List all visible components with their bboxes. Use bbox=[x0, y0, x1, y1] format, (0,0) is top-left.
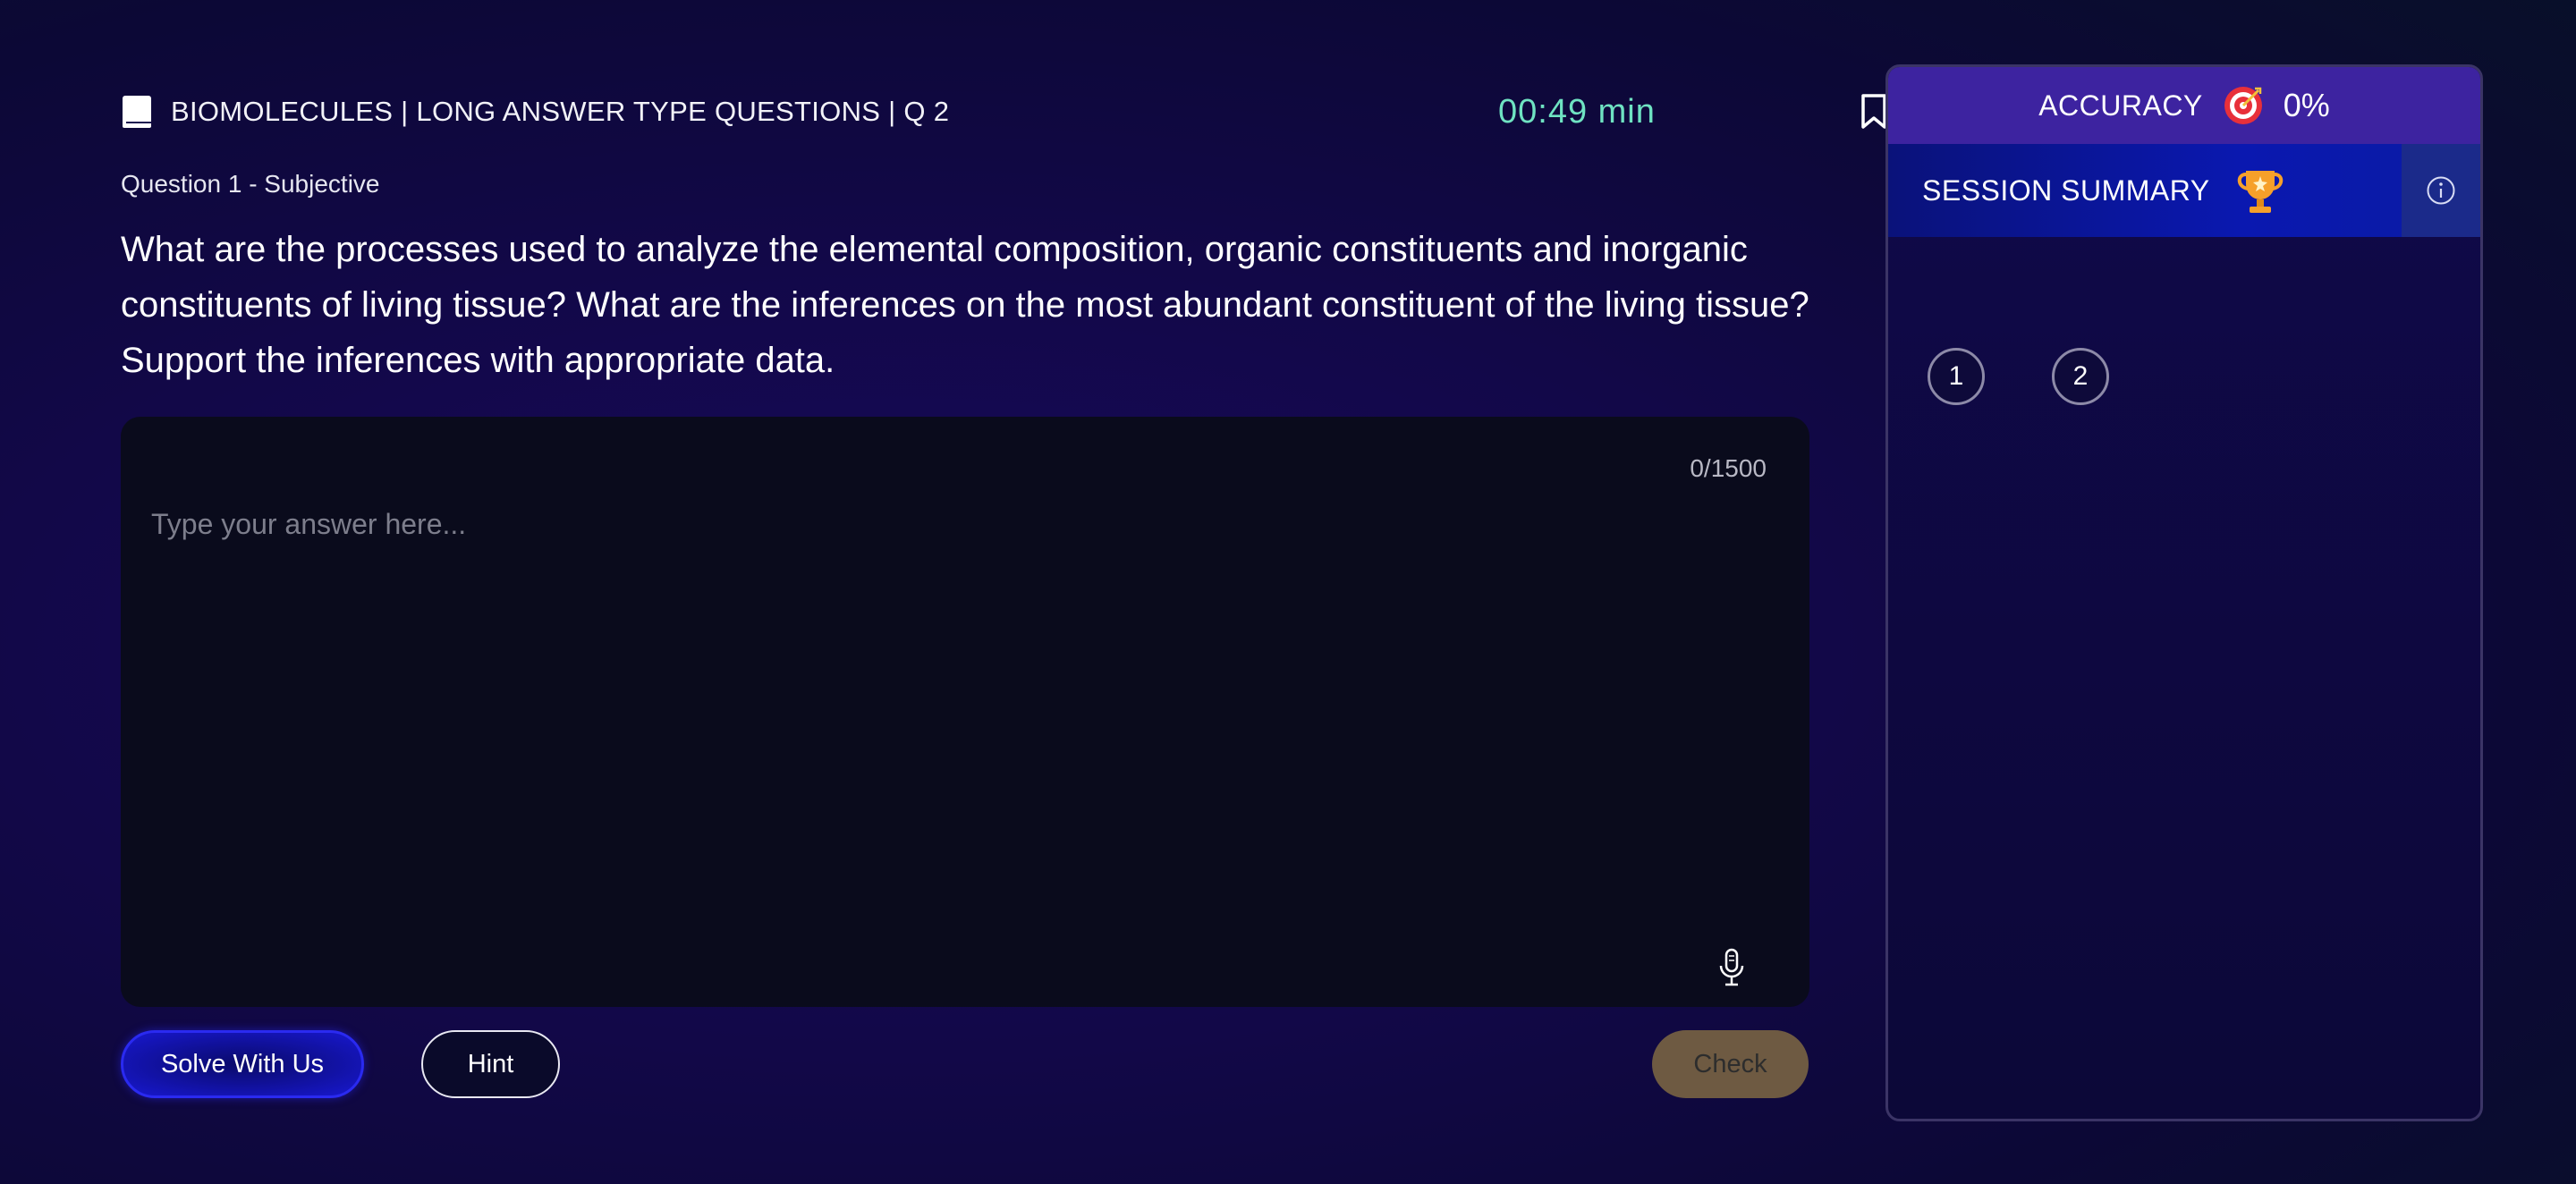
info-icon[interactable] bbox=[2402, 144, 2480, 237]
accuracy-bar: ACCURACY 0% bbox=[1888, 67, 2480, 144]
question-number-1[interactable]: 1 bbox=[1928, 348, 1985, 405]
target-icon bbox=[2223, 85, 2264, 126]
hint-button[interactable]: Hint bbox=[421, 1030, 560, 1098]
bookmark-icon[interactable] bbox=[1859, 93, 1889, 131]
session-summary-bar: SESSION SUMMARY bbox=[1888, 144, 2480, 237]
accuracy-label: ACCURACY bbox=[2038, 89, 2203, 122]
question-text: What are the processes used to analyze t… bbox=[121, 230, 1809, 380]
trophy-icon bbox=[2233, 165, 2287, 216]
session-panel: ACCURACY 0% SESSION SUMMARY 1 2 bbox=[1885, 64, 2483, 1121]
answer-box: 0/1500 bbox=[121, 417, 1809, 1007]
book-icon bbox=[121, 94, 153, 130]
question-header: BIOMOLECULES | LONG ANSWER TYPE QUESTION… bbox=[121, 89, 1948, 134]
chapter-title: BIOMOLECULES | LONG ANSWER TYPE QUESTION… bbox=[171, 96, 950, 127]
question-number-2[interactable]: 2 bbox=[2052, 348, 2109, 405]
accuracy-value: 0% bbox=[2283, 87, 2330, 123]
character-counter: 0/1500 bbox=[1690, 454, 1767, 482]
solve-with-us-button[interactable]: Solve With Us bbox=[121, 1030, 364, 1098]
check-button[interactable]: Check bbox=[1652, 1030, 1809, 1098]
answer-input[interactable] bbox=[149, 506, 1781, 953]
timer: 00:49 min bbox=[1498, 92, 1656, 131]
session-summary-label: SESSION SUMMARY bbox=[1922, 173, 2210, 207]
question-label: Question 1 - Subjective bbox=[121, 170, 380, 198]
microphone-icon[interactable] bbox=[1718, 948, 1745, 987]
